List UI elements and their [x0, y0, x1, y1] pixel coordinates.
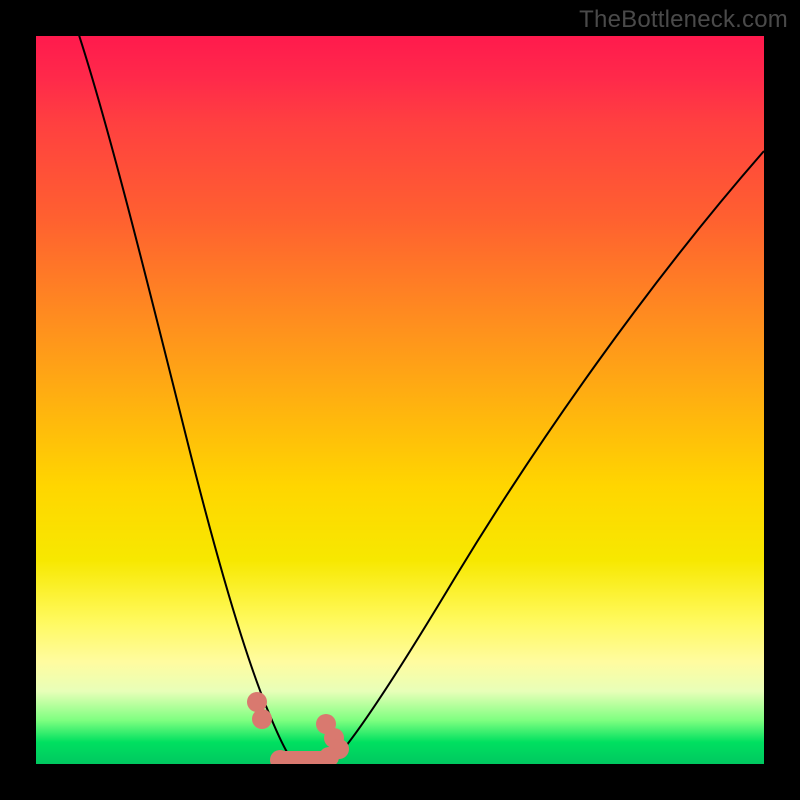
curve-right-branch [336, 151, 764, 758]
chart-frame: TheBottleneck.com [0, 0, 800, 800]
marker-point [247, 692, 267, 712]
plot-area [36, 36, 764, 764]
watermark-text: TheBottleneck.com [579, 6, 788, 34]
curve-left-branch [76, 36, 291, 758]
marker-point [252, 709, 272, 729]
chart-svg [36, 36, 764, 764]
